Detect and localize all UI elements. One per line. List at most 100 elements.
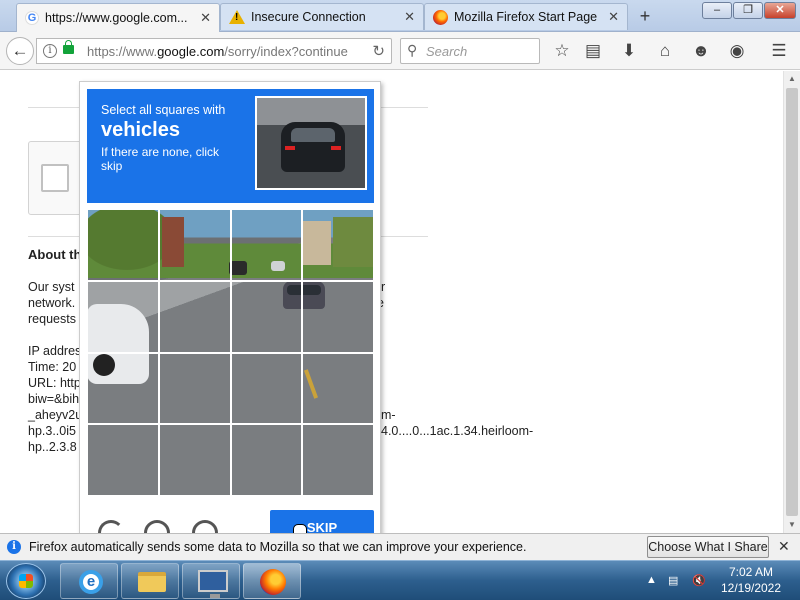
network-icon[interactable]: ▤ [668,574,678,587]
google-icon: G [25,11,39,25]
url-text[interactable]: https://www.google.com/sorry/index?conti… [87,44,367,59]
about-heading: About th [28,247,82,262]
para2-line: Time: 20 [28,360,77,374]
para2-line: IP addres [28,344,82,358]
tab-close-icon[interactable]: ✕ [608,9,619,25]
grid-tile[interactable] [87,424,159,496]
para2-line: hp.3..0i5 [28,424,76,438]
info-icon: i [7,540,21,554]
lock-icon [63,40,74,54]
tab-close-icon[interactable]: ✕ [200,10,211,26]
grid-tile[interactable] [302,280,374,353]
para2-line: biw=&bih [28,392,80,406]
bookmark-star-icon[interactable]: ☆ [551,40,573,62]
tab-firefox-start[interactable]: Mozilla Firefox Start Page ✕ [424,3,628,30]
vertical-scrollbar[interactable]: ▲ ▼ [783,71,800,533]
show-hidden-icons-icon[interactable]: ▲ [646,574,657,586]
tab-close-icon[interactable]: ✕ [404,9,415,25]
grid-tile[interactable] [230,280,303,353]
new-tab-button[interactable]: + [634,6,656,27]
tab-google[interactable]: G https://www.google.com... ✕ [16,3,220,32]
minimize-button[interactable]: ‒ [702,2,732,19]
grid-tile[interactable] [87,280,159,353]
info-icon[interactable]: i [43,44,57,58]
folder-icon [138,572,166,592]
taskbar-internet-explorer[interactable]: e [60,563,118,599]
system-clock[interactable]: 7:02 AM 12/19/2022 [712,564,790,596]
search-icon: ⚲ [407,42,418,58]
url-prefix: https://www. [87,44,158,59]
para1-line: Our syst [28,280,75,294]
sample-car [281,122,345,172]
para2-right: m- [381,408,396,422]
grid-tile[interactable] [87,352,159,425]
tab-insecure-connection[interactable]: Insecure Connection ✕ [220,3,424,30]
tab-strip: G https://www.google.com... ✕ Insecure C… [0,0,800,32]
taskbar-file-explorer[interactable] [121,563,179,599]
grid-tile[interactable] [158,280,231,353]
url-bar[interactable]: i https://www.google.com/sorry/index?con… [36,38,392,64]
para2-right: 4.0....0...1ac.1.34.heirloom- [381,424,534,438]
choose-what-i-share-button[interactable]: Choose What I Share [647,536,769,558]
scroll-up-icon[interactable]: ▲ [784,71,800,87]
para1-right: r [381,280,386,294]
challenge-prompt: Select all squares with [101,103,226,117]
scroll-thumb[interactable] [786,88,798,516]
close-notification-icon[interactable]: ✕ [778,538,790,555]
grid-tile[interactable] [158,424,231,496]
grid-tile[interactable] [302,424,374,496]
scroll-down-icon[interactable]: ▼ [784,517,800,533]
warning-icon [229,10,245,24]
internet-explorer-icon: e [79,570,103,594]
download-icon[interactable]: ⬇ [618,40,640,62]
taskbar-remote-desktop[interactable] [182,563,240,599]
recaptcha-challenge: Select all squares with vehicles If ther… [79,81,381,546]
tab-title: https://www.google.com... [45,11,188,25]
firefox-icon [260,569,286,595]
grid-tile[interactable] [230,209,303,281]
taskbar: e ▲ ▤ 🔇 7:02 AM 12/19/2022 [0,560,800,600]
hello-icon[interactable]: ☻ [690,40,712,62]
para2-line: URL: http [28,376,81,390]
search-placeholder: Search [426,44,468,59]
sample-vehicle-image [255,96,367,190]
tab-title: Insecure Connection [251,10,366,24]
firefox-icon [433,9,448,25]
tab-title: Mozilla Firefox Start Page [454,10,598,24]
recaptcha-checkbox[interactable] [41,164,69,192]
clock-date: 12/19/2022 [720,581,782,595]
grid-tile[interactable] [158,209,231,281]
para2-line: hp..2.3.8 [28,440,77,454]
menu-icon[interactable]: ☰ [768,40,790,62]
grid-tile[interactable] [302,352,374,425]
home-icon[interactable]: ⌂ [654,40,676,62]
start-button[interactable] [6,563,46,599]
para1-line: network. [28,296,76,310]
grid-tile[interactable] [87,209,159,281]
close-window-button[interactable]: ✕ [764,2,796,19]
url-path: /sorry/index?continue [224,44,348,59]
grid-tile[interactable] [230,424,303,496]
monitor-icon [198,570,228,598]
para2-line: _aheyv2u [28,408,83,422]
para1-line: requests [28,312,76,326]
challenge-header: Select all squares with vehicles If ther… [87,89,374,203]
challenge-instruction: If there are none, click skip [101,145,220,173]
maximize-button[interactable]: ❐ [733,2,763,19]
notification-bar: i Firefox automatically sends some data … [0,533,800,560]
image-grid [87,209,374,496]
navigation-bar: ← i https://www.google.com/sorry/index?c… [0,32,800,70]
notification-message: Firefox automatically sends some data to… [29,540,527,554]
volume-muted-icon[interactable]: 🔇 [692,574,706,587]
challenge-target: vehicles [101,119,180,141]
reload-icon[interactable]: ↻ [372,42,385,60]
grid-tile[interactable] [158,352,231,425]
grid-tile[interactable] [302,209,374,281]
grid-tile[interactable] [230,352,303,425]
pocket-icon[interactable]: ◉ [726,40,748,62]
reading-list-icon[interactable]: ▤ [582,40,604,62]
clock-time: 7:02 AM [728,565,774,579]
back-button[interactable]: ← [6,37,34,65]
search-input[interactable]: ⚲ Search [400,38,540,64]
taskbar-firefox[interactable] [243,563,301,599]
